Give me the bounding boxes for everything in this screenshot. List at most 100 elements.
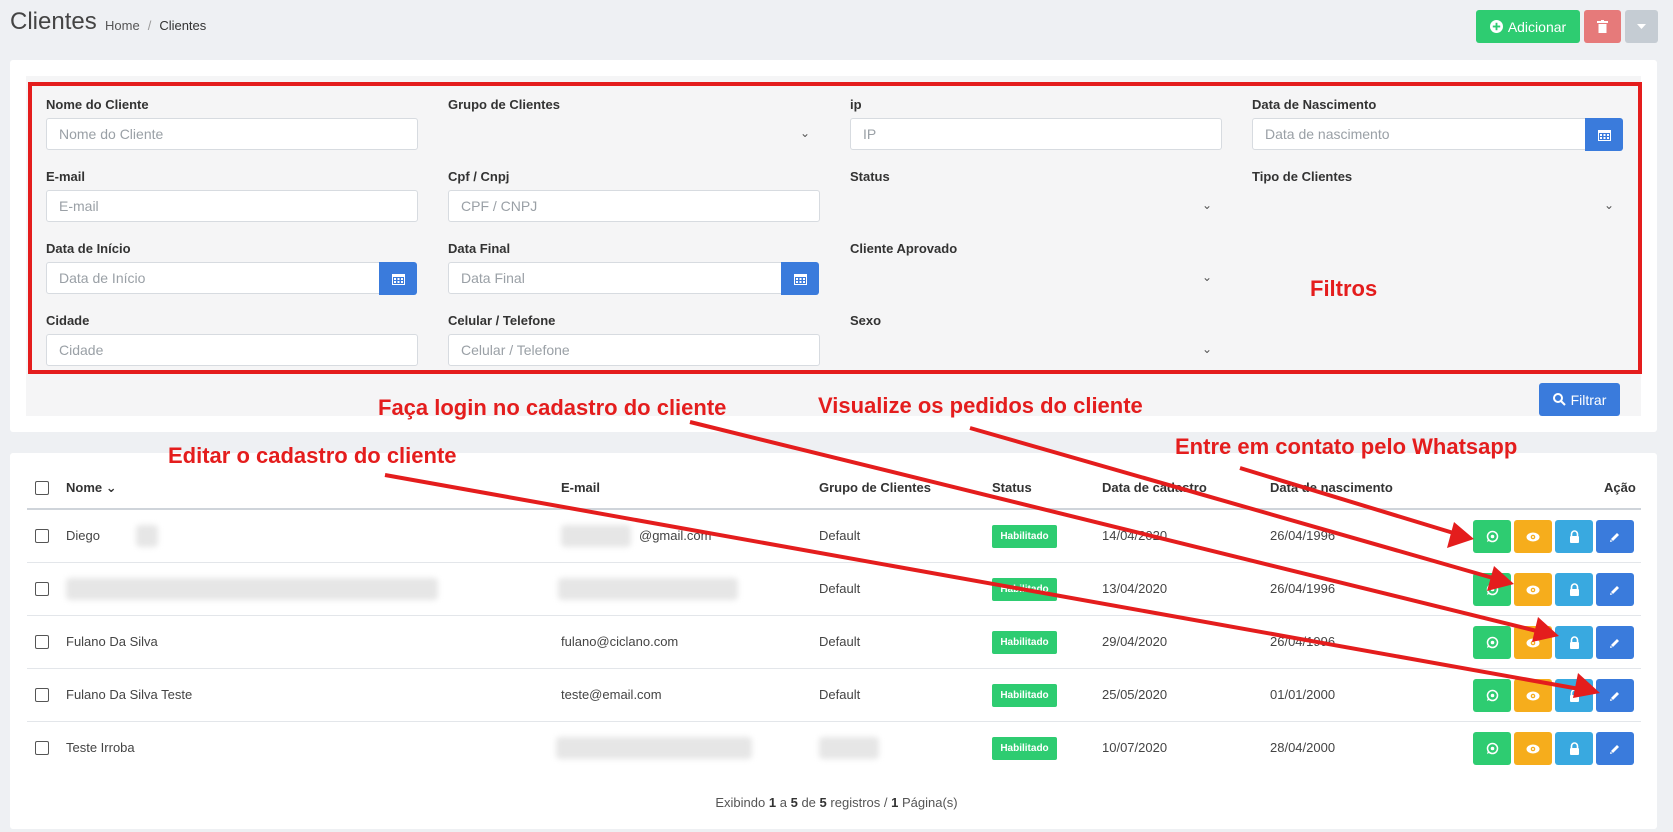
plus-circle-icon [1489, 20, 1503, 33]
pencil-icon [1610, 532, 1619, 542]
cell-group: Default [819, 687, 861, 702]
whatsapp-icon [1486, 636, 1498, 649]
top-actions: Adicionar [1476, 10, 1658, 43]
pencil-icon [1610, 691, 1619, 701]
redacted-text [561, 525, 631, 547]
col-status-header: Status [992, 480, 1032, 495]
row-checkbox[interactable] [35, 741, 49, 755]
whatsapp-button[interactable] [1473, 732, 1511, 765]
col-created-header: Data de cadastro [1102, 480, 1207, 495]
table-header-divider [27, 508, 1641, 510]
redacted-text [66, 578, 438, 600]
edit-client-button[interactable] [1596, 732, 1634, 765]
cell-email: @gmail.com [639, 528, 712, 543]
lock-icon [1569, 689, 1579, 702]
col-group-header: Grupo de Clientes [819, 480, 931, 495]
delete-button[interactable] [1584, 10, 1621, 43]
breadcrumb-home[interactable]: Home [105, 18, 140, 33]
row-checkbox[interactable] [35, 688, 49, 702]
add-button[interactable]: Adicionar [1476, 10, 1580, 43]
cell-name: Teste Irroba [66, 740, 135, 755]
col-email-header: E-mail [561, 480, 601, 495]
status-badge: Habilitado [992, 684, 1057, 707]
whatsapp-icon [1486, 530, 1498, 543]
cell-email: fulano@ciclano.com [561, 634, 679, 649]
edit-client-button[interactable] [1596, 626, 1634, 659]
eye-icon [1526, 585, 1540, 594]
edit-client-button[interactable] [1596, 679, 1634, 712]
lock-icon [1569, 636, 1579, 649]
redacted-text [558, 578, 738, 600]
login-as-client-button[interactable] [1555, 520, 1593, 553]
cell-name: Fulano Da Silva [66, 634, 158, 649]
row-divider [27, 668, 1641, 669]
eye-icon [1526, 532, 1540, 541]
chevron-down-icon: ⌄ [105, 480, 117, 495]
view-orders-button[interactable] [1514, 626, 1552, 659]
caret-down-icon [1637, 24, 1646, 29]
cell-birth-date: 26/04/1996 [1270, 634, 1336, 649]
view-orders-button[interactable] [1514, 732, 1552, 765]
trash-icon [1597, 20, 1608, 33]
whatsapp-icon [1486, 742, 1498, 755]
pencil-icon [1610, 744, 1619, 754]
row-divider [27, 721, 1641, 722]
edit-client-button[interactable] [1596, 573, 1634, 606]
whatsapp-button[interactable] [1473, 520, 1511, 553]
login-as-client-button[interactable] [1555, 732, 1593, 765]
status-badge: Habilitado [992, 737, 1057, 760]
cell-name: Fulano Da Silva Teste [66, 687, 193, 702]
breadcrumb-separator: / [147, 18, 152, 33]
pagination-info: Exibindo 1 a 5 de 5 registros / 1 Página… [715, 795, 958, 810]
pencil-icon [1610, 638, 1619, 648]
whatsapp-button[interactable] [1473, 626, 1511, 659]
cell-created-date: 25/05/2020 [1102, 687, 1168, 702]
filter-button-label: Filtrar [1570, 391, 1607, 408]
search-icon [1552, 393, 1566, 406]
cell-group: Default [819, 581, 861, 596]
lock-icon [1569, 530, 1579, 543]
cell-created-date: 13/04/2020 [1102, 581, 1168, 596]
cell-birth-date: 26/04/1996 [1270, 581, 1336, 596]
login-as-client-button[interactable] [1555, 626, 1593, 659]
eye-icon [1526, 744, 1540, 753]
select-all-checkbox[interactable] [35, 481, 49, 495]
page-title: Clientes [10, 8, 97, 35]
filter-button[interactable]: Filtrar [1539, 383, 1620, 416]
row-checkbox[interactable] [35, 582, 49, 596]
redacted-text [556, 737, 752, 759]
col-birth-header: Data de nascimento [1270, 480, 1393, 495]
view-orders-button[interactable] [1514, 520, 1552, 553]
lock-icon [1569, 583, 1579, 596]
col-name-header[interactable]: Nome ⌄ [66, 480, 117, 496]
cell-group: Default [819, 634, 861, 649]
row-checkbox[interactable] [35, 529, 49, 543]
more-actions-button[interactable] [1625, 10, 1658, 43]
breadcrumb: Home / Clientes [105, 18, 206, 33]
breadcrumb-current: Clientes [159, 18, 207, 33]
view-orders-button[interactable] [1514, 679, 1552, 712]
whatsapp-button[interactable] [1473, 573, 1511, 606]
view-orders-button[interactable] [1514, 573, 1552, 606]
login-as-client-button[interactable] [1555, 679, 1593, 712]
cell-email: teste@email.com [561, 687, 662, 702]
add-button-label: Adicionar [1507, 18, 1567, 35]
row-checkbox[interactable] [35, 635, 49, 649]
annotation-orders: Visualize os pedidos do cliente [818, 393, 1143, 418]
cell-created-date: 29/04/2020 [1102, 634, 1168, 649]
redacted-text [819, 737, 879, 759]
eye-icon [1526, 691, 1540, 700]
lock-icon [1569, 742, 1579, 755]
whatsapp-button[interactable] [1473, 679, 1511, 712]
cell-birth-date: 28/04/2000 [1270, 740, 1336, 755]
login-as-client-button[interactable] [1555, 573, 1593, 606]
row-divider [27, 615, 1641, 616]
annotation-edit: Editar o cadastro do cliente [168, 443, 457, 468]
col-action-header: Ação [1604, 480, 1636, 495]
cell-name: Diego [66, 528, 100, 543]
edit-client-button[interactable] [1596, 520, 1634, 553]
status-badge: Habilitado [992, 631, 1057, 654]
annotation-login: Faça login no cadastro do cliente [378, 395, 727, 420]
annotation-filters: Filtros [1310, 276, 1378, 301]
whatsapp-icon [1486, 583, 1498, 596]
